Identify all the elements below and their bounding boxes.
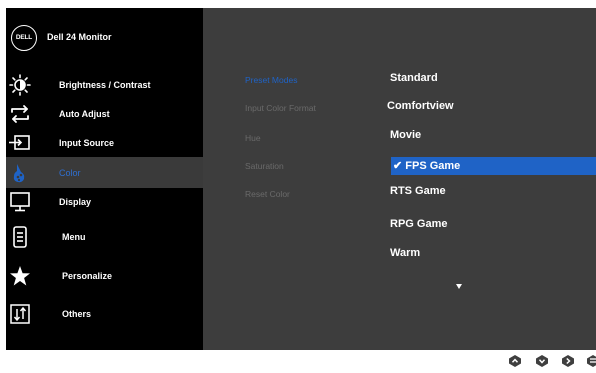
sidebar-item-brightness-contrast[interactable]: Brightness / Contrast xyxy=(6,71,203,99)
sidebar-item-personalize[interactable]: Personalize xyxy=(6,262,203,290)
option-preset-modes[interactable]: Preset Modes xyxy=(245,75,297,85)
monitor-osd: DELL Dell 24 Monitor Brightness / Contra… xyxy=(6,8,596,350)
down-icon[interactable] xyxy=(535,354,549,368)
color-submenu-panel: Preset Modes Input Color Format Hue Satu… xyxy=(203,8,596,350)
input-source-icon xyxy=(9,135,30,150)
up-icon[interactable] xyxy=(508,354,522,368)
sidebar-item-label: Brightness / Contrast xyxy=(59,80,151,90)
others-icon xyxy=(10,304,30,324)
dell-logo: DELL xyxy=(11,25,37,51)
preset-comfortview[interactable]: Comfortview xyxy=(387,100,454,112)
display-icon xyxy=(10,192,30,212)
preset-rpg-game[interactable]: RPG Game xyxy=(390,218,447,230)
sidebar-item-label: Personalize xyxy=(62,271,113,281)
back-icon[interactable] xyxy=(586,354,596,368)
header: DELL Dell 24 Monitor xyxy=(6,8,203,64)
sidebar-item-input-source[interactable]: Input Source xyxy=(6,129,203,157)
sidebar-item-auto-adjust[interactable]: Auto Adjust xyxy=(6,100,203,128)
option-hue[interactable]: Hue xyxy=(245,133,261,143)
preset-warm[interactable]: Warm xyxy=(390,247,420,259)
sidebar-item-menu[interactable]: Menu xyxy=(6,223,203,251)
sidebar-item-color[interactable]: Color xyxy=(6,157,203,188)
brightness-icon xyxy=(9,74,31,96)
preset-standard[interactable]: Standard xyxy=(390,72,438,84)
sidebar-item-label: Auto Adjust xyxy=(59,109,110,119)
preset-fps-game-selected[interactable]: ✔ FPS Game xyxy=(391,157,596,175)
sidebar-item-label: Input Source xyxy=(59,138,115,148)
sidebar-item-label: Display xyxy=(59,197,92,207)
sidebar-item-label: Menu xyxy=(62,232,86,242)
sidebar-item-label: Color xyxy=(59,168,81,178)
model-name: Dell 24 Monitor xyxy=(47,32,112,42)
preset-movie[interactable]: Movie xyxy=(390,129,421,141)
right-icon[interactable] xyxy=(561,354,575,368)
preset-rts-game[interactable]: RTS Game xyxy=(390,185,446,197)
option-input-color-format[interactable]: Input Color Format xyxy=(245,103,316,113)
preset-fps-game-label: ✔ FPS Game xyxy=(393,160,461,172)
star-icon xyxy=(10,266,30,286)
auto-adjust-icon xyxy=(11,105,29,123)
sidebar-item-label: Others xyxy=(62,309,92,319)
option-saturation[interactable]: Saturation xyxy=(245,161,284,171)
color-palette-icon xyxy=(13,164,25,183)
option-reset-color[interactable]: Reset Color xyxy=(245,189,290,199)
sidebar-item-display[interactable]: Display xyxy=(6,188,203,216)
sidebar: DELL Dell 24 Monitor Brightness / Contra… xyxy=(6,8,203,350)
menu-icon xyxy=(13,226,27,248)
sidebar-item-others[interactable]: Others xyxy=(6,300,203,328)
scroll-down-arrow-icon[interactable] xyxy=(456,284,462,289)
